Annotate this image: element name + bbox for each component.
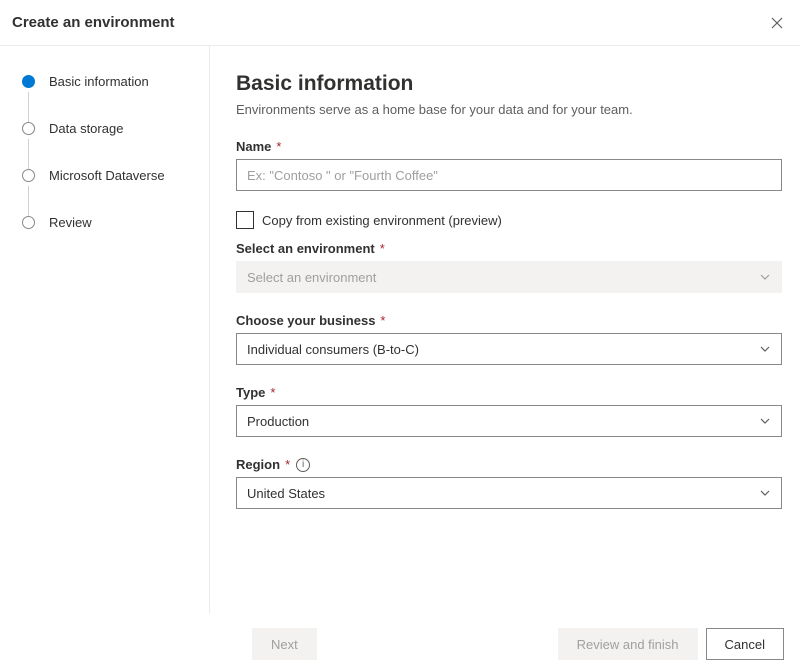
- select-environment-dropdown: Select an environment: [236, 261, 782, 293]
- wizard-steps-sidebar: Basic information Data storage Microsoft…: [0, 46, 210, 614]
- dialog-title: Create an environment: [12, 14, 175, 31]
- name-input[interactable]: [236, 159, 782, 191]
- region-dropdown[interactable]: United States: [236, 477, 782, 509]
- step-label: Basic information: [49, 74, 149, 89]
- review-and-finish-button: Review and finish: [558, 628, 698, 660]
- close-button[interactable]: [770, 16, 784, 30]
- step-label: Microsoft Dataverse: [49, 168, 165, 183]
- business-value: Individual consumers (B-to-C): [247, 342, 419, 357]
- close-icon: [771, 17, 783, 29]
- next-button: Next: [252, 628, 317, 660]
- info-icon[interactable]: i: [296, 458, 310, 472]
- copy-existing-checkbox[interactable]: [236, 211, 254, 229]
- select-environment-value: Select an environment: [247, 270, 376, 285]
- chevron-down-icon: [759, 415, 771, 427]
- select-environment-label: Select an environment*: [236, 241, 782, 256]
- chevron-down-icon: [759, 271, 771, 283]
- chevron-down-icon: [759, 487, 771, 499]
- page-title: Basic information: [236, 72, 782, 96]
- copy-existing-label: Copy from existing environment (preview): [262, 213, 502, 228]
- step-review[interactable]: Review: [22, 215, 209, 230]
- step-label: Data storage: [49, 121, 123, 136]
- step-marker-icon: [22, 75, 35, 88]
- chevron-down-icon: [759, 343, 771, 355]
- business-dropdown[interactable]: Individual consumers (B-to-C): [236, 333, 782, 365]
- step-marker-icon: [22, 216, 35, 229]
- step-data-storage[interactable]: Data storage: [22, 121, 209, 136]
- region-label: Region* i: [236, 457, 782, 472]
- cancel-button[interactable]: Cancel: [706, 628, 784, 660]
- step-marker-icon: [22, 122, 35, 135]
- step-basic-information[interactable]: Basic information: [22, 74, 209, 89]
- region-value: United States: [247, 486, 325, 501]
- step-microsoft-dataverse[interactable]: Microsoft Dataverse: [22, 168, 209, 183]
- name-label: Name*: [236, 139, 782, 154]
- step-label: Review: [49, 215, 92, 230]
- type-label: Type*: [236, 385, 782, 400]
- type-value: Production: [247, 414, 309, 429]
- page-description: Environments serve as a home base for yo…: [236, 102, 782, 117]
- type-dropdown[interactable]: Production: [236, 405, 782, 437]
- step-marker-icon: [22, 169, 35, 182]
- business-label: Choose your business*: [236, 313, 782, 328]
